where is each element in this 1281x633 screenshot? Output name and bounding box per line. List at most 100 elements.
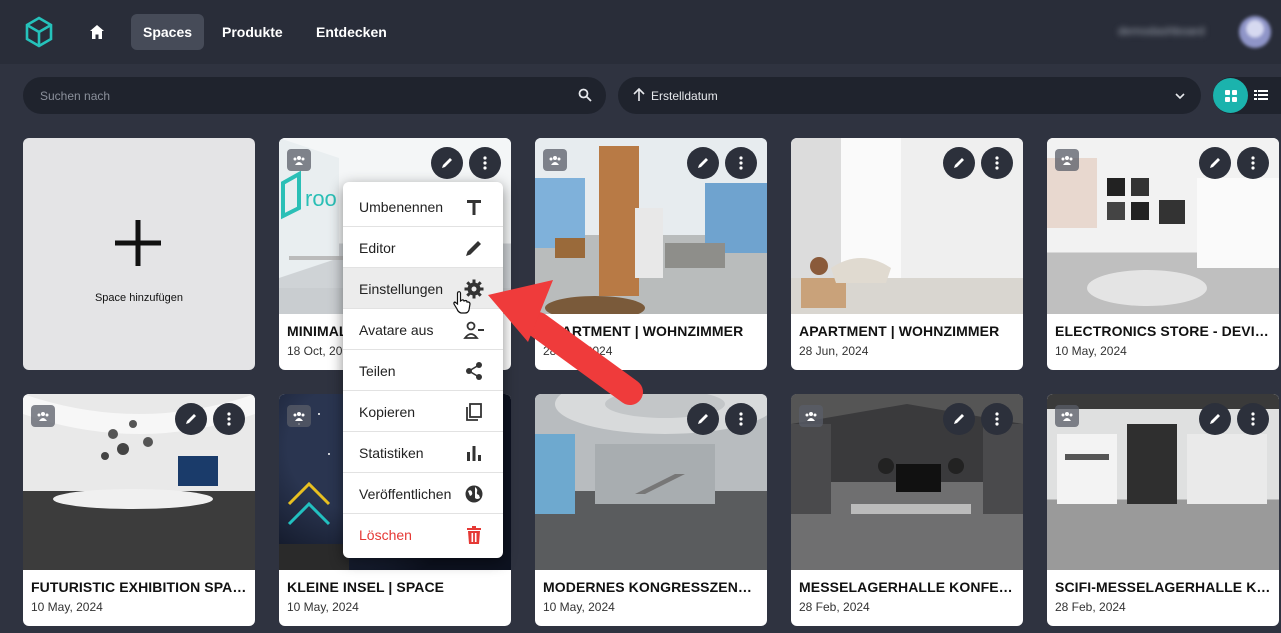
nav-entdecken[interactable]: Entdecken: [304, 14, 399, 50]
space-date: 10 May, 2024: [543, 600, 615, 614]
space-card[interactable]: MESSELAGERHALLE KONFERENZ 28 Feb, 2024: [791, 394, 1023, 626]
person-remove-icon: [463, 321, 484, 339]
space-title: APARTMENT | WOHNZIMMER: [799, 323, 1000, 339]
menu-item-share[interactable]: Teilen: [343, 350, 503, 391]
space-card[interactable]: FUTURISTIC EXHIBITION SPACE 10 May, 2024: [23, 394, 255, 626]
menu-item-label: Löschen: [359, 527, 412, 543]
group-icon: [549, 156, 561, 165]
username[interactable]: demodashboard: [1118, 24, 1205, 38]
space-title: MESSELAGERHALLE KONFERENZ: [799, 579, 1015, 595]
chevron-down-icon: [1175, 93, 1185, 100]
edit-button[interactable]: [1199, 403, 1231, 435]
more-vertical-icon: [739, 412, 743, 426]
edit-button[interactable]: [687, 147, 719, 179]
grid-view-button[interactable]: [1213, 78, 1248, 113]
menu-item-publish[interactable]: Veröffentlichen: [343, 473, 503, 514]
more-vertical-icon: [995, 412, 999, 426]
menu-item-settings[interactable]: Einstellungen: [343, 268, 503, 309]
space-date: 10 May, 2024: [31, 600, 103, 614]
arrow-up-icon[interactable]: [632, 88, 646, 102]
menu-item-statistics[interactable]: Statistiken: [343, 432, 503, 473]
more-vertical-icon: [227, 412, 231, 426]
nav-produkte[interactable]: Produkte: [210, 14, 295, 50]
menu-item-delete[interactable]: Löschen: [343, 514, 503, 555]
home-button[interactable]: [84, 16, 110, 48]
search-input[interactable]: Suchen nach: [23, 77, 606, 114]
search-placeholder: Suchen nach: [40, 89, 111, 103]
shared-badge: [1055, 149, 1079, 171]
space-card[interactable]: APARTMENT | WOHNZIMMER 28 Jun, 2024: [535, 138, 767, 370]
add-space-label: Space hinzufügen: [94, 292, 184, 304]
copy-icon: [466, 403, 482, 421]
menu-item-avatars-off[interactable]: Avatare aus: [343, 309, 503, 350]
menu-item-label: Avatare aus: [359, 322, 434, 338]
hand-cursor-icon: [453, 291, 471, 314]
more-vertical-icon: [739, 156, 743, 170]
space-date: 10 May, 2024: [1055, 344, 1127, 358]
edit-button[interactable]: [431, 147, 463, 179]
pencil-icon: [1210, 158, 1220, 168]
space-title: MODERNES KONGRESSZENTRUM: [543, 579, 759, 595]
space-title: FUTURISTIC EXHIBITION SPACE: [31, 579, 247, 595]
more-button[interactable]: [725, 147, 757, 179]
space-card[interactable]: APARTMENT | WOHNZIMMER 28 Jun, 2024: [791, 138, 1023, 370]
trash-icon: [467, 526, 481, 544]
logo-icon[interactable]: [24, 16, 54, 48]
bar-chart-icon: [467, 446, 481, 461]
more-button[interactable]: [981, 147, 1013, 179]
space-date: 28 Jun, 2024: [543, 344, 613, 358]
text-icon: [467, 200, 481, 215]
space-card[interactable]: SCIFI-MESSELAGERHALLE KONFERENZ 28 Feb, …: [1047, 394, 1279, 626]
menu-item-copy[interactable]: Kopieren: [343, 391, 503, 432]
menu-item-label: Veröffentlichen: [359, 486, 452, 502]
space-context-menu: Umbenennen Editor Einstellungen Avatare …: [343, 182, 503, 558]
svg-text:roo: roo: [305, 186, 337, 211]
shared-badge: [1055, 405, 1079, 427]
more-button[interactable]: [981, 403, 1013, 435]
sort-label: Erstelldatum: [651, 89, 718, 103]
pencil-icon: [186, 414, 196, 424]
menu-item-label: Editor: [359, 240, 396, 256]
group-icon: [1061, 156, 1073, 165]
group-icon: [805, 412, 817, 421]
more-vertical-icon: [1251, 156, 1255, 170]
sort-select[interactable]: Erstelldatum: [618, 77, 1201, 114]
nav-spaces[interactable]: Spaces: [131, 14, 205, 50]
menu-item-rename[interactable]: Umbenennen: [343, 186, 503, 227]
menu-item-label: Kopieren: [359, 404, 416, 420]
more-button[interactable]: [469, 147, 501, 179]
list-view-icon[interactable]: [1253, 87, 1269, 103]
home-icon: [90, 25, 104, 39]
more-button[interactable]: [213, 403, 245, 435]
search-icon[interactable]: [578, 88, 592, 102]
group-icon: [1061, 412, 1073, 421]
view-toggle: [1213, 77, 1281, 114]
edit-button[interactable]: [943, 403, 975, 435]
group-icon: [293, 156, 305, 165]
space-title: ELECTRONICS STORE - DEVICE SHOWROOM: [1055, 323, 1271, 339]
space-card[interactable]: MODERNES KONGRESSZENTRUM 10 May, 2024: [535, 394, 767, 626]
space-date: 28 Feb, 2024: [1055, 600, 1126, 614]
menu-item-editor[interactable]: Editor: [343, 227, 503, 268]
more-button[interactable]: [725, 403, 757, 435]
top-navigation: Spaces Produkte Entdecken demodashboard: [0, 0, 1281, 64]
menu-item-label: Teilen: [359, 363, 396, 379]
space-card[interactable]: ELECTRONICS STORE - DEVICE SHOWROOM 10 M…: [1047, 138, 1279, 370]
pencil-icon: [954, 158, 964, 168]
more-button[interactable]: [1237, 147, 1269, 179]
more-button[interactable]: [1237, 403, 1269, 435]
add-space-card[interactable]: Space hinzufügen: [23, 138, 255, 370]
avatar[interactable]: [1239, 16, 1271, 48]
pencil-icon: [698, 414, 708, 424]
edit-button[interactable]: [687, 403, 719, 435]
edit-button[interactable]: [175, 403, 207, 435]
space-title: APARTMENT | WOHNZIMMER: [543, 323, 744, 339]
edit-button[interactable]: [943, 147, 975, 179]
space-title: SCIFI-MESSELAGERHALLE KONFERENZ: [1055, 579, 1271, 595]
space-date: 28 Feb, 2024: [799, 600, 870, 614]
group-icon: [293, 412, 305, 421]
shared-badge: [31, 405, 55, 427]
menu-item-label: Einstellungen: [359, 281, 444, 297]
pencil-icon: [954, 414, 964, 424]
edit-button[interactable]: [1199, 147, 1231, 179]
